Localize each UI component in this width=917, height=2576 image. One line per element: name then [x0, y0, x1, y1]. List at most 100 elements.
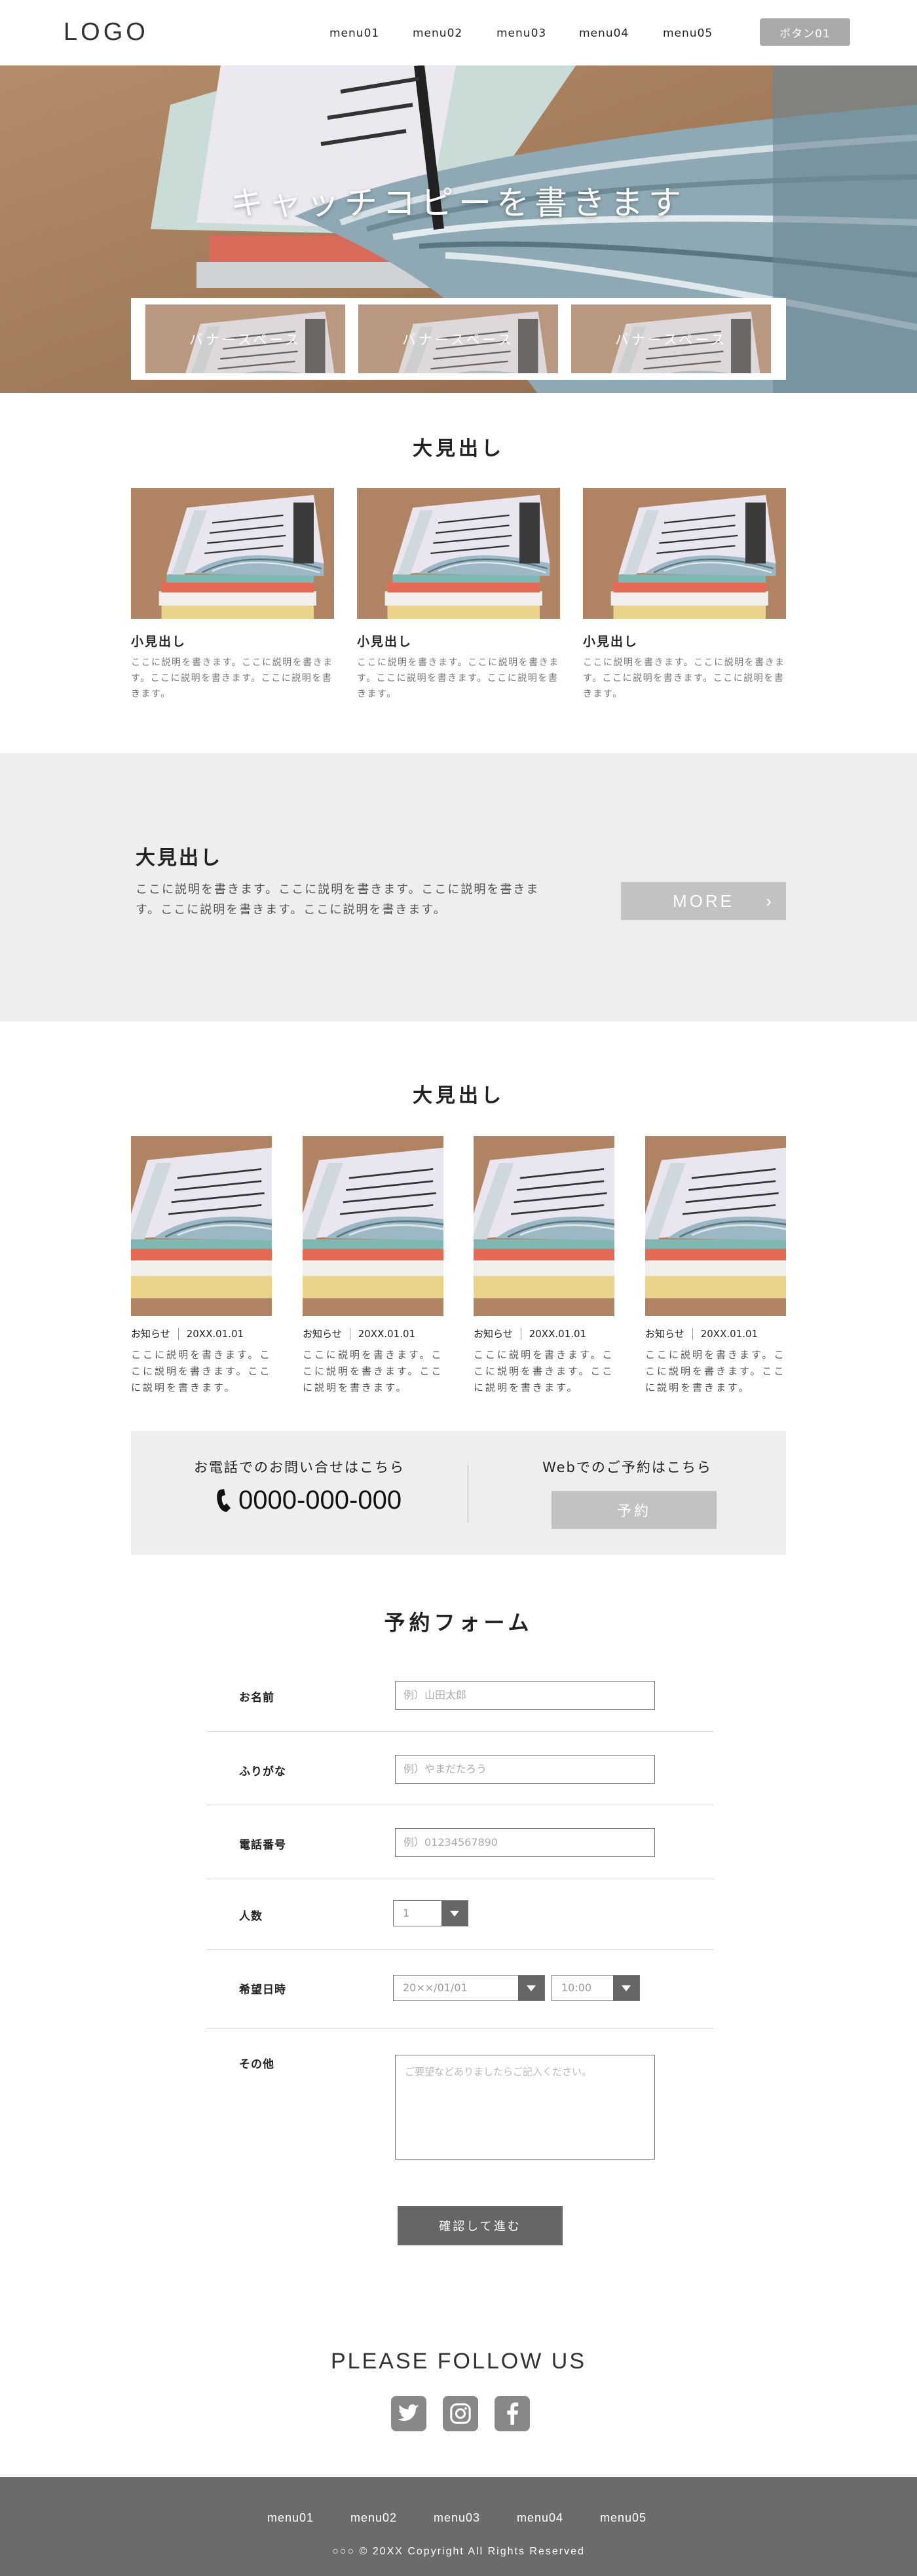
feature-card: 小見出し ここに説明を書きます。ここに説明を書きます。ここに説明を書きます。ここ… — [131, 488, 334, 702]
form-row-tel: 電話番号 例）01234567890 — [206, 1805, 714, 1879]
facebook-icon[interactable] — [495, 2396, 530, 2431]
follow-title: PLEASE FOLLOW US — [331, 2349, 586, 2374]
web-label: Webでのご予約はこちら — [542, 1460, 712, 1475]
news-category: お知らせ — [474, 1328, 513, 1340]
footer-nav-menu04[interactable]: menu04 — [517, 2511, 563, 2525]
feature-card: 小見出し ここに説明を書きます。ここに説明を書きます。ここに説明を書きます。ここ… — [357, 488, 560, 702]
form-row-name: お名前 例）山田太郎 — [206, 1657, 714, 1732]
news-category: お知らせ — [131, 1328, 170, 1340]
band-heading: 大見出し — [136, 847, 222, 870]
footer-nav-menu03[interactable]: menu03 — [434, 2511, 480, 2525]
news-item[interactable]: お知らせ 20XX.01.01 ここに説明を書きます。ここに説明を書きます。ここに… — [131, 1136, 272, 1396]
news-text: ここに説明を書きます。ここに説明を書きます。ここに説明を書きます。 — [474, 1349, 614, 1393]
people-label: 人数 — [239, 1910, 263, 1923]
card-text: ここに説明を書きます。ここに説明を書きます。ここに説明を書きます。ここに説明を書… — [583, 657, 785, 699]
news-image — [303, 1136, 443, 1316]
banner-label: バナースペース — [145, 304, 345, 373]
news-text: ここに説明を書きます。ここに説明を書きます。ここに説明を書きます。 — [131, 1349, 272, 1393]
card-image — [583, 488, 786, 619]
nav-item-menu02[interactable]: menu02 — [413, 27, 462, 40]
news-text: ここに説明を書きます。ここに説明を書きます。ここに説明を書きます。 — [645, 1349, 786, 1393]
card-text: ここに説明を書きます。ここに説明を書きます。ここに説明を書きます。ここに説明を書… — [131, 657, 333, 699]
people-select[interactable]: 1 — [393, 1900, 468, 1926]
more-button-label: MORE — [673, 891, 734, 911]
form-title: 予約フォーム — [384, 1610, 533, 1635]
name-label: お名前 — [239, 1691, 274, 1704]
card-title: 小見出し — [131, 635, 187, 649]
tel-label: 電話番号 — [239, 1839, 286, 1852]
banner-3[interactable]: バナースペース — [571, 304, 771, 373]
nav-item-menu05[interactable]: menu05 — [663, 27, 713, 40]
banner-1[interactable]: バナースペース — [145, 304, 345, 373]
name-input[interactable]: 例）山田太郎 — [395, 1681, 655, 1710]
kana-input[interactable]: 例）やまだたろう — [395, 1755, 655, 1784]
tel-input[interactable]: 例）01234567890 — [395, 1828, 655, 1857]
footer-nav-menu02[interactable]: menu02 — [350, 2511, 397, 2525]
footer-nav-menu05[interactable]: menu05 — [600, 2511, 646, 2525]
twitter-icon[interactable] — [391, 2396, 426, 2431]
people-value: 1 — [403, 1907, 410, 1919]
news-date: 20XX.01.01 — [186, 1327, 244, 1340]
news-meta: お知らせ 20XX.01.01 — [645, 1327, 786, 1340]
instagram-icon[interactable] — [443, 2396, 478, 2431]
band-text: ここに説明を書きます。ここに説明を書きます。ここに説明を書きます。ここに説明を書… — [136, 883, 540, 917]
card-text: ここに説明を書きます。ここに説明を書きます。ここに説明を書きます。ここに説明を書… — [357, 657, 559, 699]
form-row-date: 希望日時 20××/01/01 10:00 — [206, 1950, 714, 2029]
card-title: 小見出し — [583, 635, 639, 649]
news-image — [131, 1136, 272, 1316]
card-image — [131, 488, 334, 619]
date-value: 20××/01/01 — [403, 1981, 468, 1994]
form-row-other: その他 ご要望などありましたらご記入ください。 — [206, 2029, 714, 2173]
phone-number: 0000-000-000 — [238, 1486, 402, 1515]
form-row-kana: ふりがな 例）やまだたろう — [206, 1732, 714, 1805]
news-date: 20XX.01.01 — [700, 1327, 758, 1340]
more-button[interactable]: MORE › — [621, 882, 786, 920]
news-item[interactable]: お知らせ 20XX.01.01 ここに説明を書きます。ここに説明を書きます。ここに… — [645, 1136, 786, 1396]
footer-nav-menu01[interactable]: menu01 — [267, 2511, 314, 2525]
date-select[interactable]: 20××/01/01 — [393, 1975, 545, 2001]
phone-label: お電話でのお問い合せはこちら — [194, 1460, 405, 1475]
hero-section: キャッチコピーを書きます バナースペース バナースペース バナースペース — [0, 65, 917, 393]
news-date: 20XX.01.01 — [358, 1327, 416, 1340]
banner-label: バナースペース — [358, 304, 558, 373]
banner-2[interactable]: バナースペース — [358, 304, 558, 373]
feature-card: 小見出し ここに説明を書きます。ここに説明を書きます。ここに説明を書きます。ここ… — [583, 488, 786, 702]
other-label: その他 — [239, 2058, 274, 2071]
time-value: 10:00 — [561, 1981, 592, 1994]
news-date: 20XX.01.01 — [529, 1327, 587, 1340]
chevron-down-icon — [518, 1976, 544, 2000]
other-textarea[interactable]: ご要望などありましたらご記入ください。 — [395, 2055, 655, 2160]
news-meta: お知らせ 20XX.01.01 — [131, 1327, 272, 1340]
confirm-button[interactable]: 確認して進む — [398, 2206, 563, 2245]
logo[interactable]: LOGO — [64, 18, 149, 46]
news-category: お知らせ — [645, 1328, 684, 1340]
news-image — [645, 1136, 786, 1316]
phone-link[interactable]: 0000-000-000 — [216, 1486, 402, 1515]
news-meta: お知らせ 20XX.01.01 — [474, 1327, 614, 1340]
news-text: ここに説明を書きます。ここに説明を書きます。ここに説明を書きます。 — [303, 1349, 443, 1393]
header-button[interactable]: ボタン01 — [760, 18, 850, 46]
form-row-people: 人数 1 — [206, 1879, 714, 1950]
nav-item-menu01[interactable]: menu01 — [329, 27, 379, 40]
chevron-down-icon — [441, 1901, 468, 1926]
time-select[interactable]: 10:00 — [552, 1975, 640, 2001]
info-band: 大見出し ここに説明を書きます。ここに説明を書きます。ここに説明を書きます。ここ… — [0, 753, 917, 1021]
chevron-right-icon: › — [766, 891, 774, 911]
site-header: LOGO menu01 menu02 menu03 menu04 menu05 … — [0, 0, 917, 65]
news-item[interactable]: お知らせ 20XX.01.01 ここに説明を書きます。ここに説明を書きます。ここに… — [303, 1136, 443, 1396]
news-category: お知らせ — [303, 1328, 342, 1340]
banner-label: バナースペース — [571, 304, 771, 373]
nav-item-menu04[interactable]: menu04 — [579, 27, 629, 40]
news-item[interactable]: お知らせ 20XX.01.01 ここに説明を書きます。ここに説明を書きます。ここに… — [474, 1136, 614, 1396]
site-footer: menu01 menu02 menu03 menu04 menu05 ○○○ ©… — [0, 2477, 917, 2576]
hero-catch-copy: キャッチコピーを書きます — [231, 184, 686, 222]
banner-area: バナースペース バナースペース バナースペース — [131, 298, 786, 380]
date-label: 希望日時 — [239, 1983, 286, 1996]
card-title: 小見出し — [357, 635, 413, 649]
reserve-button[interactable]: 予約 — [552, 1491, 717, 1529]
contact-box: お電話でのお問い合せはこちら 0000-000-000 Webでのご予約はこちら… — [131, 1431, 786, 1555]
news-heading: 大見出し — [413, 1084, 504, 1107]
chevron-down-icon — [613, 1976, 639, 2000]
nav-item-menu03[interactable]: menu03 — [496, 27, 546, 40]
news-image — [474, 1136, 614, 1316]
